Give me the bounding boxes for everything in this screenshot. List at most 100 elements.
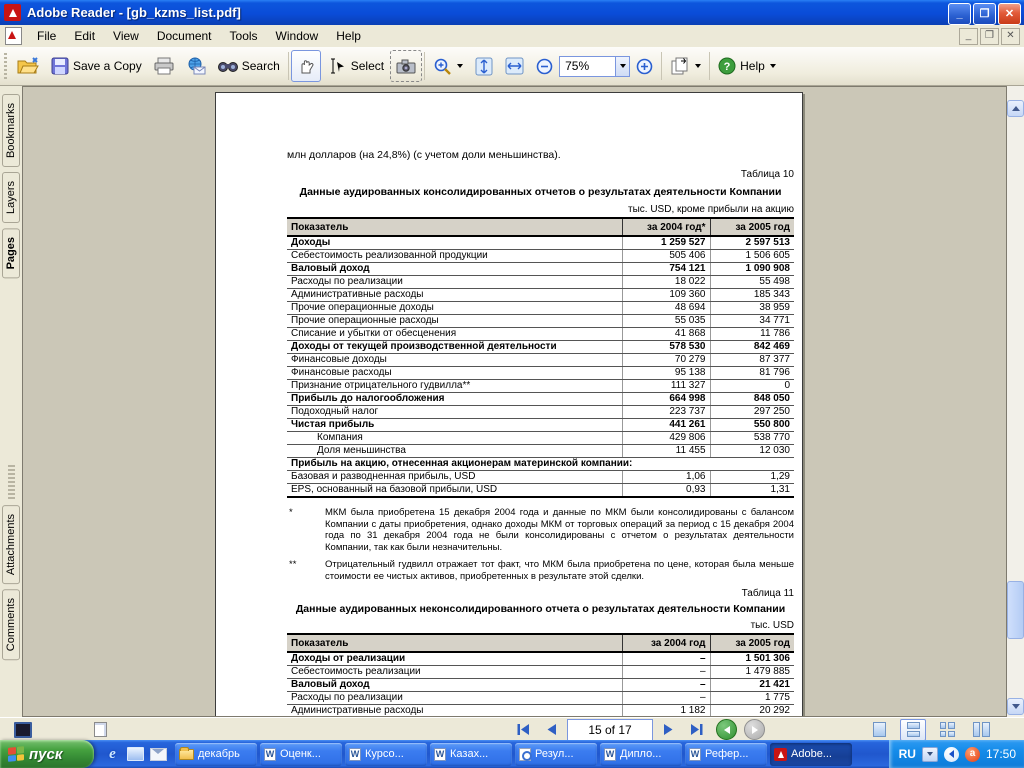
minimize-button[interactable]: _ (948, 3, 971, 25)
value-2005: 848 050 (709, 392, 794, 406)
sidebar-tab-layers[interactable]: Layers (2, 172, 20, 224)
language-bar-icon[interactable] (921, 746, 938, 762)
sidebar-tab-comments[interactable]: Comments (2, 588, 20, 660)
previous-view-button[interactable] (716, 719, 737, 740)
taskbar-button[interactable]: W Казах... (430, 742, 512, 766)
help-button[interactable]: ? Help (712, 50, 782, 82)
select-tool-button[interactable]: Select (321, 50, 390, 82)
scroll-up-button[interactable] (1007, 100, 1024, 117)
document-pane[interactable]: млн долларов (на 24,8%) (с учетом доли м… (22, 86, 1007, 717)
show-desktop-icon[interactable] (127, 746, 144, 763)
taskbar-button[interactable]: W Оценк... (260, 742, 342, 766)
table-header-row: Показатель за 2004 год за 2005 год (287, 634, 794, 653)
zoom-out-button[interactable] (530, 50, 559, 82)
page-number-box[interactable]: 15 of 17 (567, 718, 653, 741)
taskbar-button-label: Рефер... (705, 748, 749, 760)
table-row: Подоходный налог 223 737 297 250 (287, 405, 794, 419)
doc-minimize-button[interactable]: _ (959, 27, 978, 45)
menu-document[interactable]: Document (148, 27, 221, 45)
menu-tools[interactable]: Tools (221, 27, 267, 45)
page-navigation: 15 of 17 (511, 718, 765, 741)
value-2004: 41 868 (621, 327, 710, 341)
zoom-level-input[interactable]: 75% (559, 55, 617, 77)
page-size-button[interactable] (12, 721, 34, 739)
current-view-dropdown-arrow[interactable] (695, 64, 702, 68)
close-button[interactable]: ✕ (998, 3, 1021, 25)
select-ibeam-icon (330, 58, 344, 74)
last-page-button[interactable] (684, 720, 709, 740)
value-2005: 81 796 (709, 366, 794, 380)
last-page-icon (691, 724, 703, 735)
tray-app-icon[interactable]: a (964, 746, 980, 762)
save-a-copy-button[interactable]: Save a Copy (45, 50, 148, 82)
value-2005: 21 421 (709, 678, 794, 692)
splitter-grip[interactable] (7, 464, 15, 499)
row-label: Прибыль до налогообложения (287, 392, 622, 406)
continuous-button[interactable] (900, 718, 926, 741)
outlook-express-icon[interactable] (150, 746, 167, 763)
page-mode-button[interactable] (89, 721, 111, 739)
first-page-button[interactable] (511, 720, 536, 740)
previous-page-button[interactable] (539, 720, 564, 740)
taskbar-button-label: декабрь (198, 748, 240, 760)
scroll-down-button[interactable] (1007, 698, 1024, 715)
zoom-level-dropdown[interactable] (616, 55, 631, 77)
row-label: Прибыль на акцию, отнесенная акционерам … (287, 457, 794, 471)
menu-help[interactable]: Help (327, 27, 370, 45)
row-label: EPS, основанный на базовой прибыли, USD (287, 483, 622, 498)
taskbar-button[interactable]: W Дипло... (600, 742, 682, 766)
value-2005: 1,31 (709, 483, 794, 498)
zoom-tool-button[interactable] (427, 50, 469, 82)
hide-icons-button[interactable] (943, 746, 959, 762)
language-indicator[interactable]: RU (899, 747, 916, 761)
taskbar-button[interactable]: декабрь (175, 742, 257, 766)
start-button[interactable]: пуск (0, 740, 94, 768)
fit-width-icon (505, 57, 524, 75)
next-view-button[interactable] (744, 719, 765, 740)
internet-explorer-icon[interactable]: e (104, 746, 121, 763)
search-button[interactable]: Search (212, 50, 286, 82)
value-2005: 12 030 (709, 444, 794, 458)
fit-width-button[interactable] (499, 50, 530, 82)
next-page-button[interactable] (656, 720, 681, 740)
table-row: Доля меньшинства 11 455 12 030 (287, 444, 794, 458)
vertical-scrollbar[interactable] (1007, 86, 1024, 717)
print-button[interactable] (148, 50, 180, 82)
current-view-button[interactable] (664, 50, 707, 82)
doc-restore-button[interactable]: ❐ (980, 27, 999, 45)
menu-file[interactable]: File (28, 27, 65, 45)
menu-view[interactable]: View (104, 27, 148, 45)
sidebar-tab-pages[interactable]: Pages (2, 228, 20, 279)
fit-page-button[interactable] (469, 50, 499, 82)
row-label: Базовая и разводненная прибыль, USD (287, 470, 622, 484)
value-2004: 754 121 (621, 262, 710, 276)
adobe-reader-window: Adobe Reader - [gb_kzms_list.pdf] _ ❐ ✕ … (0, 0, 1024, 768)
scrollbar-thumb[interactable] (1007, 581, 1024, 639)
open-button[interactable] (11, 50, 45, 82)
row-label: Расходы по реализации (287, 691, 622, 705)
taskbar-button[interactable]: W Курсо... (345, 742, 427, 766)
single-page-button[interactable] (866, 719, 892, 741)
zoom-in-button[interactable] (630, 50, 659, 82)
help-dropdown-arrow[interactable] (769, 64, 776, 68)
taskbar-button[interactable]: Adobe... (770, 742, 852, 766)
word-icon: W (349, 747, 361, 761)
menu-window[interactable]: Window (267, 27, 328, 45)
facing-button[interactable] (968, 719, 994, 741)
continuous-facing-button[interactable] (934, 719, 960, 741)
sidebar-tab-attachments[interactable]: Attachments (2, 504, 20, 584)
taskbar-button[interactable]: W Рефер... (685, 742, 767, 766)
value-2005: 1 501 306 (709, 651, 794, 666)
zoom-tool-dropdown-arrow[interactable] (457, 64, 464, 68)
restore-button[interactable]: ❐ (973, 3, 996, 25)
taskbar-button[interactable]: Резул... (515, 742, 597, 766)
taskbar-button-label: Adobe... (791, 748, 832, 760)
value-2004: 223 737 (621, 405, 710, 419)
snapshot-tool-button[interactable] (390, 50, 423, 82)
doc-close-button[interactable]: ✕ (1001, 27, 1020, 45)
sidebar-tab-bookmarks[interactable]: Bookmarks (2, 94, 20, 168)
monitor-icon (14, 721, 32, 738)
menu-edit[interactable]: Edit (65, 27, 104, 45)
hand-tool-button[interactable] (290, 50, 321, 82)
email-button[interactable] (180, 50, 212, 82)
